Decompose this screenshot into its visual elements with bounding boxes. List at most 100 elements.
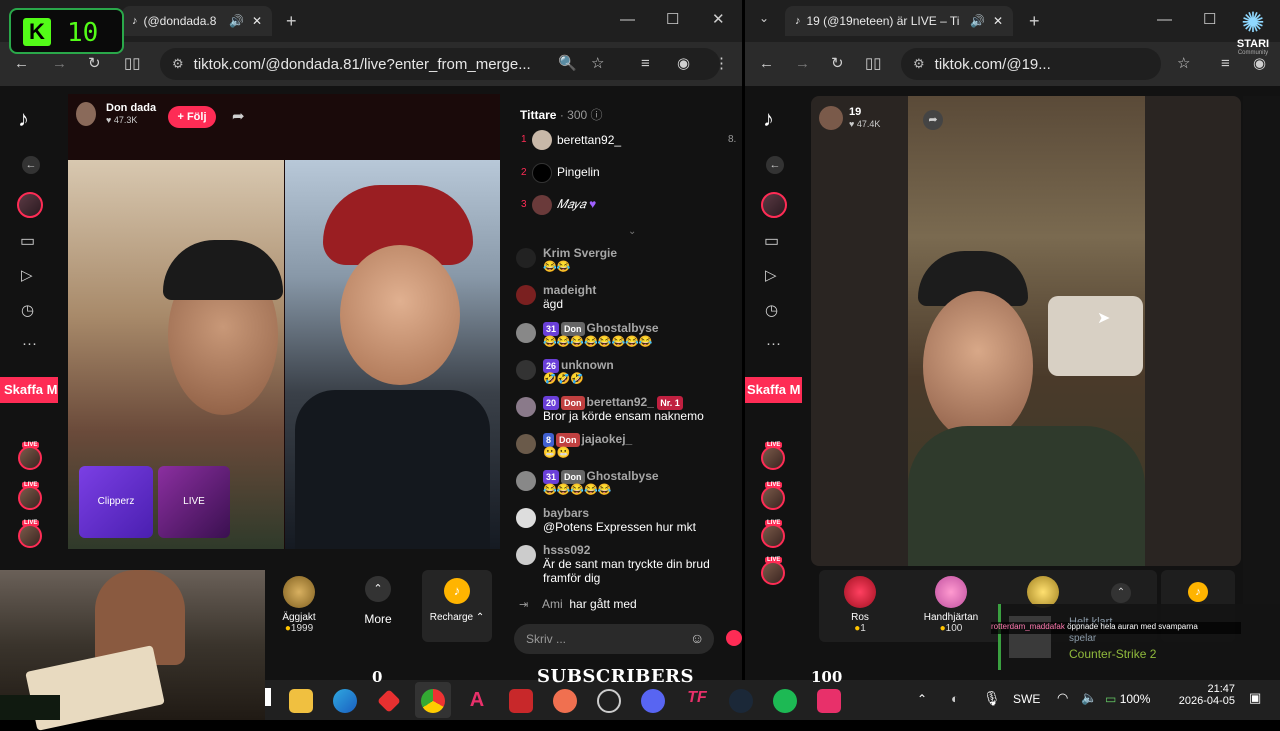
share-icon[interactable]: ➦ xyxy=(232,109,245,124)
tab-19neteen[interactable]: ♪ 19 (@19neteen) är LIVE – Ti 🔊 ✕ xyxy=(785,6,1013,36)
battery-indicator[interactable]: ▭ 100% xyxy=(1105,692,1150,706)
live-channel-avatar[interactable]: LIVE xyxy=(761,520,785,548)
profile-avatar[interactable] xyxy=(17,192,43,218)
app-a-icon[interactable]: A xyxy=(465,689,489,713)
site-info-icon[interactable]: ⚙ xyxy=(913,56,925,72)
obs-icon[interactable] xyxy=(597,689,621,713)
chat-input[interactable]: Skriv ... xyxy=(514,624,714,654)
chat-username[interactable]: hsss092 xyxy=(543,543,590,557)
promo-button[interactable]: Skaffa M xyxy=(745,377,802,403)
chat-username[interactable]: madeight xyxy=(543,283,596,297)
live-channel-avatar[interactable]: LIVE xyxy=(18,482,42,510)
chat-username[interactable]: Ghostalbyse xyxy=(587,321,659,335)
tray-chevron-icon[interactable]: ⌃ xyxy=(917,692,927,706)
bookmark-star-icon[interactable]: ☆ xyxy=(1177,56,1190,71)
tiktok-logo-icon[interactable]: ♪ xyxy=(763,106,774,132)
forward-icon[interactable]: → xyxy=(52,56,67,71)
more-gifts-button[interactable]: ⌃ More xyxy=(352,576,404,626)
back-arrow-icon[interactable]: ← xyxy=(766,156,784,174)
live-channel-avatar[interactable]: LIVE xyxy=(18,520,42,548)
tiktok-logo-icon[interactable]: ♪ xyxy=(18,106,29,132)
explore-icon[interactable]: ▷ xyxy=(21,268,33,283)
forward-icon[interactable]: → xyxy=(795,56,810,71)
media-control-icon[interactable]: ≡ xyxy=(641,56,650,71)
live-channel-avatar[interactable]: LIVE xyxy=(18,442,42,470)
back-arrow-icon[interactable]: ← xyxy=(22,156,40,174)
close-window-icon[interactable]: ✕ xyxy=(712,12,725,27)
follow-button[interactable]: + Följ xyxy=(168,106,216,128)
chevron-up-icon[interactable]: ⌃ xyxy=(1111,583,1131,603)
host-name[interactable]: Don dada xyxy=(106,102,156,114)
app-tf-icon[interactable]: TF xyxy=(685,689,709,713)
viewer-name[interactable]: 𝑀𝑎𝑦𝑎 ♥ xyxy=(557,197,596,212)
live-stream-player[interactable]: 19 ♥ 47.4K ➦ xyxy=(811,96,1241,566)
site-info-icon[interactable]: ⚙ xyxy=(172,56,184,72)
expand-chevron-icon[interactable]: ⌄ xyxy=(628,226,636,237)
history-icon[interactable]: ◷ xyxy=(21,303,34,318)
host-avatar[interactable] xyxy=(819,106,843,130)
minimize-icon[interactable]: — xyxy=(1157,12,1172,27)
explore-icon[interactable]: ▷ xyxy=(765,268,777,283)
tiktok-live-icon[interactable] xyxy=(817,689,841,713)
viewer-avatar[interactable] xyxy=(532,163,552,183)
spotify-icon[interactable] xyxy=(773,689,797,713)
share-icon[interactable]: ➦ xyxy=(923,110,943,130)
back-icon[interactable]: ← xyxy=(14,56,29,71)
join-username[interactable]: Ami xyxy=(542,597,563,611)
edge-icon[interactable] xyxy=(333,689,357,713)
promo-button[interactable]: Skaffa M xyxy=(0,377,58,403)
volume-icon[interactable]: 🔈 xyxy=(1081,690,1097,706)
new-tab-icon[interactable]: + xyxy=(1029,12,1040,30)
chat-username[interactable]: unknown xyxy=(561,358,614,372)
discord-icon[interactable] xyxy=(641,689,665,713)
host-name[interactable]: 19 xyxy=(849,106,861,118)
app-orange-icon[interactable] xyxy=(553,689,577,713)
audio-icon[interactable]: 🔊 xyxy=(229,14,244,28)
gift-handhjartan[interactable]: Handhjärtan ●100 xyxy=(915,576,987,634)
gift-aggjakt[interactable]: Äggjakt ●1999 xyxy=(268,576,330,634)
tray-app-icon[interactable]: ◐ xyxy=(951,691,959,706)
chat-username[interactable]: Krim Svergie xyxy=(543,246,617,260)
chat-username[interactable]: baybars xyxy=(543,506,589,520)
tab-dondada[interactable]: ♪ (@dondada.8 🔊 ✕ xyxy=(122,6,272,36)
live-channel-avatar[interactable]: LIVE xyxy=(761,442,785,470)
wifi-icon[interactable]: ◠ xyxy=(1057,690,1068,706)
more-icon[interactable]: ··· xyxy=(766,336,781,351)
steam-notification[interactable]: Helt klart rotterdam_maddafak öppnade he… xyxy=(991,604,1280,670)
tab-search-icon[interactable]: ⌄ xyxy=(759,12,769,24)
minimize-icon[interactable]: — xyxy=(620,12,635,27)
tab-close-icon[interactable]: ✕ xyxy=(993,14,1003,28)
live-channel-avatar[interactable]: LIVE xyxy=(761,482,785,510)
clipperz-card[interactable]: Clipperz xyxy=(79,466,153,538)
live-camera-icon[interactable]: ▭ xyxy=(764,234,779,250)
profile-icon[interactable]: ◉ xyxy=(677,56,690,71)
menu-icon[interactable]: ⋮ xyxy=(714,56,729,71)
more-icon[interactable]: ··· xyxy=(22,336,37,351)
audio-icon[interactable]: 🔊 xyxy=(970,14,985,28)
mcafee-icon[interactable] xyxy=(509,689,533,713)
bookmark-star-icon[interactable]: ☆ xyxy=(591,56,604,71)
chat-username[interactable]: jajaokej_ xyxy=(582,432,633,446)
gift-ros[interactable]: Ros ●1 xyxy=(837,576,883,634)
microphone-icon[interactable]: 🎙 xyxy=(983,690,1001,707)
viewer-name[interactable]: berettan92_ xyxy=(557,133,621,147)
maximize-icon[interactable]: ☐ xyxy=(666,12,679,27)
reload-icon[interactable]: ↻ xyxy=(831,56,844,71)
viewer-name[interactable]: Pingelin xyxy=(557,165,600,179)
tab-close-icon[interactable]: ✕ xyxy=(252,14,262,28)
file-explorer-icon[interactable] xyxy=(289,689,313,713)
history-icon[interactable]: ◷ xyxy=(765,303,778,318)
live-card[interactable]: LIVE xyxy=(158,466,230,538)
notifications-icon[interactable]: ▣ xyxy=(1249,690,1261,706)
new-tab-icon[interactable]: + xyxy=(286,12,297,30)
recharge-button[interactable]: ♪ Recharge ⌃ xyxy=(422,570,492,642)
reload-icon[interactable]: ↻ xyxy=(88,56,101,71)
address-bar[interactable]: ⚙ tiktok.com/@19... xyxy=(901,48,1161,80)
steam-icon[interactable] xyxy=(729,689,753,713)
split-view-icon[interactable]: ▯▯ xyxy=(865,56,882,71)
app-red-icon[interactable] xyxy=(377,689,401,713)
viewer-avatar[interactable] xyxy=(532,195,552,215)
chat-username[interactable]: Ghostalbyse xyxy=(587,469,659,483)
address-bar[interactable]: ⚙ tiktok.com/@dondada.81/live?enter_from… xyxy=(160,48,720,80)
live-stream-player[interactable]: Don dada ♥ 47.3K + Följ ➦ Clipperz LIVE xyxy=(68,94,500,549)
